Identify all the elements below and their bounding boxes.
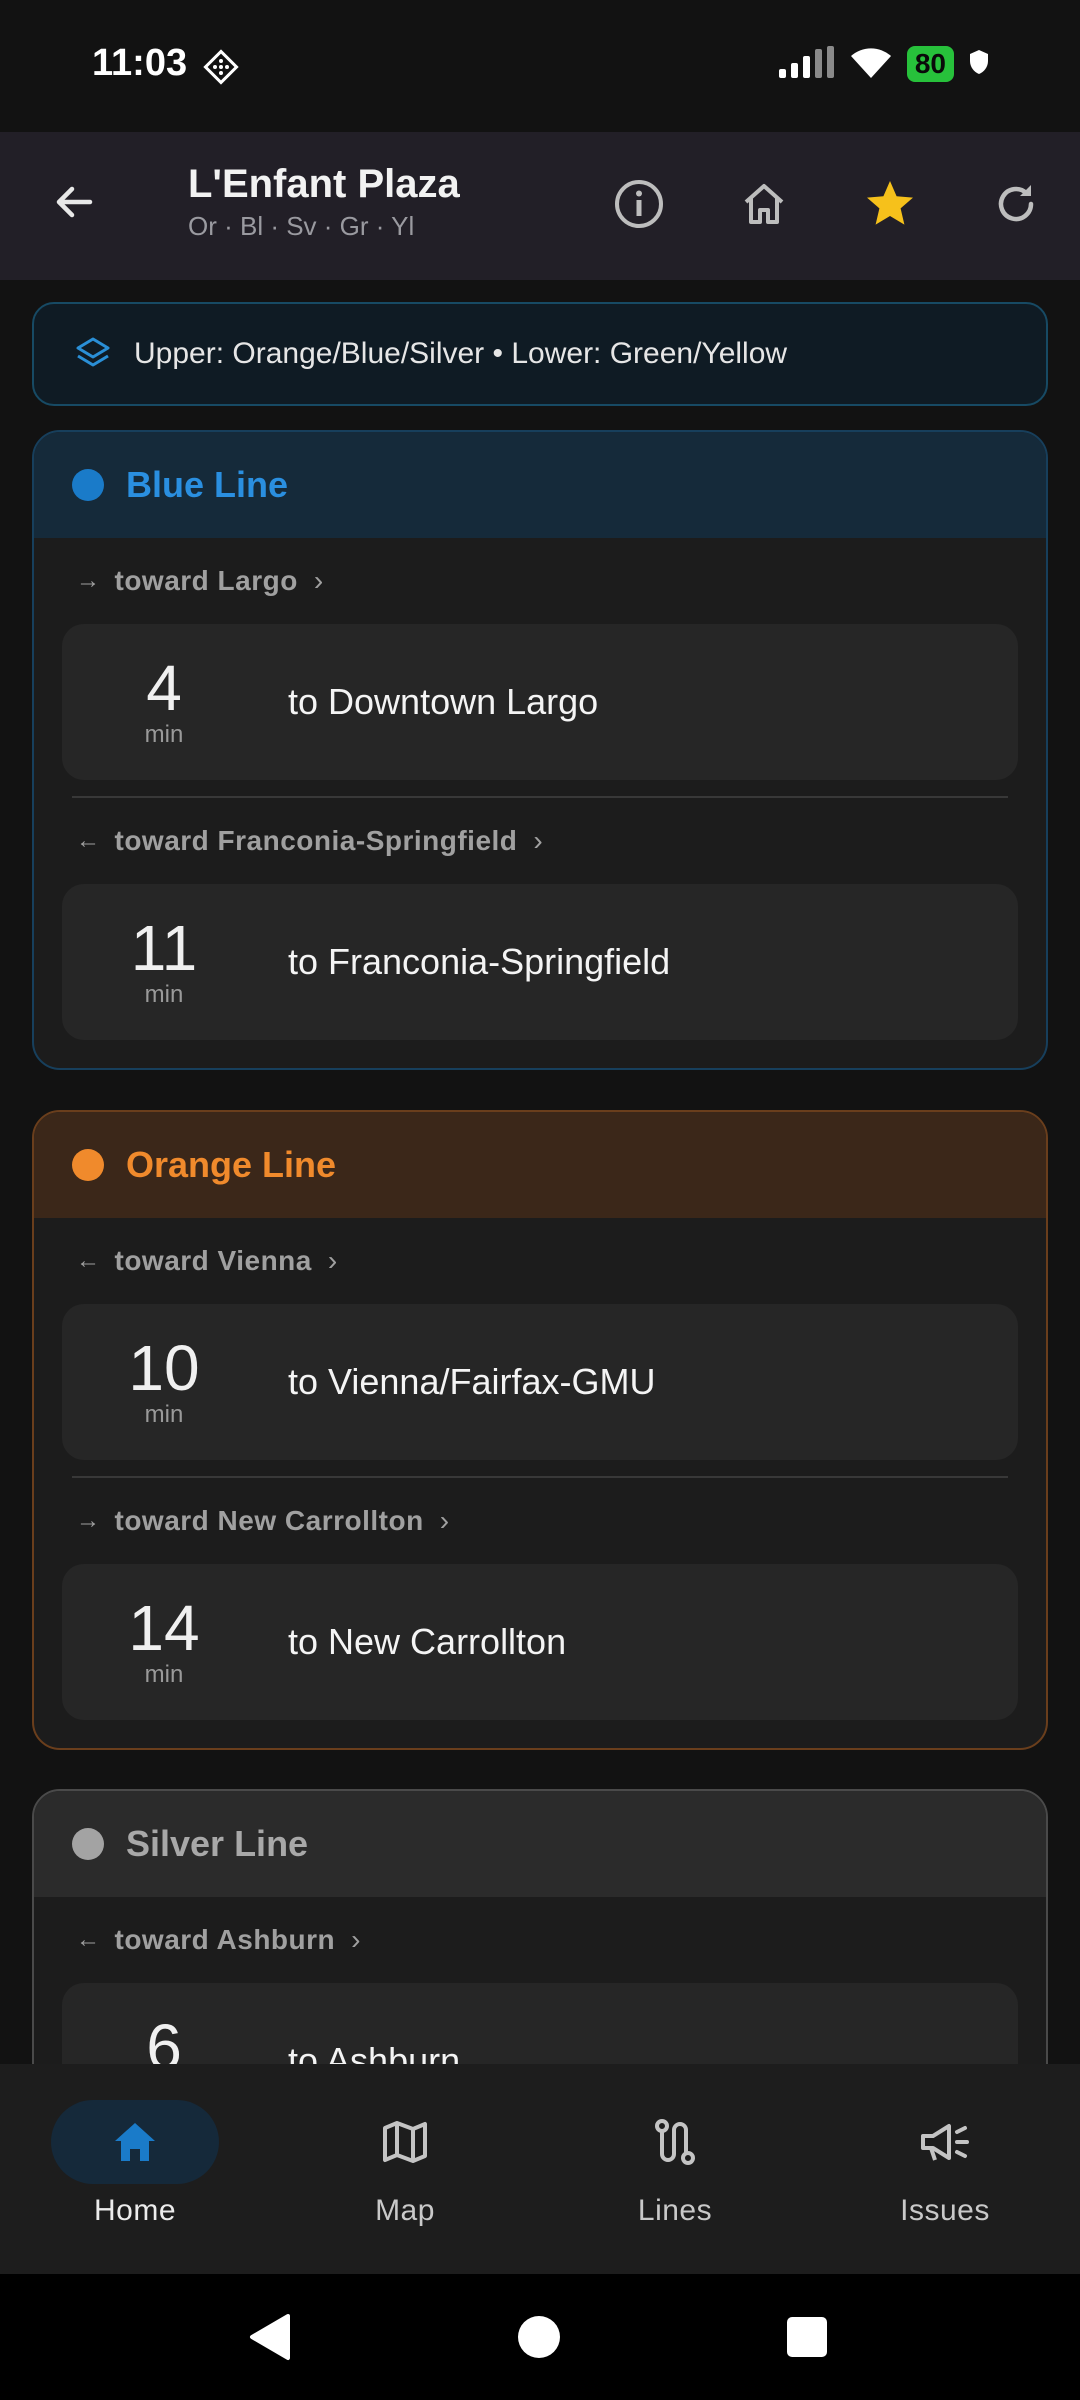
- nav-label: Map: [375, 2194, 435, 2227]
- nav-issues[interactable]: Issues: [850, 2100, 1040, 2228]
- system-navigation-bar: [0, 2274, 1080, 2400]
- chevron-right-icon: ›: [351, 1924, 361, 1955]
- system-back-icon[interactable]: [246, 2312, 294, 2362]
- eta: 11 min: [62, 915, 266, 1009]
- line-color-dot: [72, 1828, 104, 1860]
- chevron-right-icon: ›: [313, 565, 324, 596]
- eta: 4 min: [62, 655, 266, 749]
- eta-minutes: 14: [128, 1592, 200, 1664]
- nav-icon-wrap: [861, 2100, 1029, 2184]
- bottom-navigation: Home Map Lines Issues: [0, 2064, 1080, 2274]
- eta-minutes: 10: [128, 1332, 200, 1404]
- chevron-right-icon: ›: [533, 825, 544, 856]
- direction-arrow-icon: →: [76, 1507, 101, 1534]
- system-recents-icon[interactable]: [786, 2316, 828, 2358]
- nav-active-indicator: [51, 2100, 219, 2184]
- train-arrival[interactable]: 14 min to New Carrollton: [62, 1564, 1018, 1720]
- direction-label: toward Ashburn: [114, 1924, 336, 1955]
- megaphone-icon: [921, 2124, 969, 2161]
- info-button[interactable]: [609, 174, 669, 234]
- station-lines-subtitle: Or · Bl · Sv · Gr · Yl: [188, 211, 415, 241]
- direction-label: toward Vienna: [114, 1245, 312, 1276]
- train-arrival[interactable]: 11 min to Franconia-Springfield: [62, 884, 1018, 1040]
- line-header: Silver Line: [34, 1791, 1046, 1897]
- direction-arrow-icon: ←: [76, 827, 101, 854]
- home-icon: [744, 184, 784, 224]
- status-time: 11:03: [92, 42, 188, 84]
- direction-row[interactable]: ← toward Franconia-Springfield ›: [34, 798, 1046, 884]
- back-button[interactable]: [44, 172, 104, 232]
- direction-label: toward New Carrollton: [114, 1505, 424, 1536]
- line-card-orange: Orange Line ← toward Vienna › 10 min to …: [32, 1110, 1048, 1750]
- line-name: Orange Line: [126, 1144, 337, 1185]
- nav-home[interactable]: Home: [40, 2100, 230, 2228]
- line-color-dot: [72, 1149, 104, 1181]
- favorite-button[interactable]: [860, 174, 920, 234]
- chevron-right-icon: ›: [439, 1505, 450, 1536]
- train-arrival[interactable]: 4 min to Downtown Largo: [62, 624, 1018, 780]
- signal-icon: [777, 45, 835, 83]
- nav-label: Home: [93, 2194, 177, 2227]
- train-destination: to Vienna/Fairfax-GMU: [288, 1361, 656, 1402]
- home-button[interactable]: [734, 174, 794, 234]
- eta-minutes: 11: [130, 912, 198, 984]
- direction-label: toward Largo: [114, 565, 298, 596]
- route-icon: [655, 2119, 695, 2165]
- system-home-icon[interactable]: [516, 2314, 562, 2360]
- eta-unit: min: [144, 721, 184, 748]
- eta: 14 min: [62, 1595, 266, 1689]
- eta-unit: min: [144, 981, 184, 1008]
- star-icon: [867, 181, 913, 225]
- train-destination: to Franconia-Springfield: [288, 941, 671, 982]
- refresh-button[interactable]: [986, 174, 1046, 234]
- nav-lines[interactable]: Lines: [580, 2100, 770, 2228]
- line-color-dot: [72, 469, 104, 501]
- shield-icon: [968, 49, 990, 79]
- line-header: Blue Line: [34, 432, 1046, 538]
- layers-icon: [76, 337, 110, 367]
- notification-icon: [202, 48, 240, 90]
- line-card-blue: Blue Line → toward Largo › 4 min to Down…: [32, 430, 1048, 1070]
- direction-arrow-icon: →: [76, 567, 101, 594]
- direction-row[interactable]: ← toward Vienna ›: [34, 1218, 1046, 1304]
- direction-label: toward Franconia-Springfield: [114, 825, 518, 856]
- direction-row[interactable]: ← toward Ashburn ›: [34, 1897, 1046, 1983]
- line-name: Silver Line: [126, 1823, 309, 1864]
- app-bar: L'Enfant Plaza Or · Bl · Sv · Gr · Yl: [0, 132, 1080, 280]
- station-title: L'Enfant Plaza: [188, 162, 460, 206]
- info-icon: [615, 180, 663, 228]
- eta: 10 min: [62, 1335, 266, 1429]
- wifi-icon: [849, 44, 893, 84]
- direction-arrow-icon: ←: [76, 1247, 101, 1274]
- nav-map[interactable]: Map: [310, 2100, 500, 2228]
- direction-arrow-icon: ←: [76, 1926, 101, 1953]
- train-destination: to New Carrollton: [288, 1621, 567, 1662]
- line-header: Orange Line: [34, 1112, 1046, 1218]
- eta-unit: min: [144, 1661, 184, 1688]
- nav-label: Issues: [900, 2194, 990, 2227]
- nav-label: Lines: [637, 2194, 713, 2227]
- battery-indicator: 80: [906, 46, 954, 82]
- arrow-back-icon: [56, 186, 93, 218]
- direction-row[interactable]: → toward Largo ›: [34, 538, 1046, 624]
- nav-icon-wrap: [321, 2100, 489, 2184]
- eta-minutes: 4: [146, 652, 182, 724]
- map-icon: [383, 2121, 427, 2163]
- nav-icon-wrap: [591, 2100, 759, 2184]
- chevron-right-icon: ›: [327, 1245, 338, 1276]
- line-name: Blue Line: [126, 464, 289, 505]
- home-icon: [115, 2123, 155, 2161]
- level-info-banner: Upper: Orange/Blue/Silver • Lower: Green…: [32, 302, 1048, 406]
- status-bar: 11:03 80: [0, 0, 1080, 132]
- level-info-text: Upper: Orange/Blue/Silver • Lower: Green…: [134, 337, 788, 370]
- eta-unit: min: [144, 1401, 184, 1428]
- train-destination: to Downtown Largo: [288, 681, 599, 722]
- refresh-icon: [998, 185, 1034, 222]
- train-arrival[interactable]: 10 min to Vienna/Fairfax-GMU: [62, 1304, 1018, 1460]
- direction-row[interactable]: → toward New Carrollton ›: [34, 1478, 1046, 1564]
- title-block: L'Enfant Plaza Or · Bl · Sv · Gr · Yl: [188, 162, 460, 242]
